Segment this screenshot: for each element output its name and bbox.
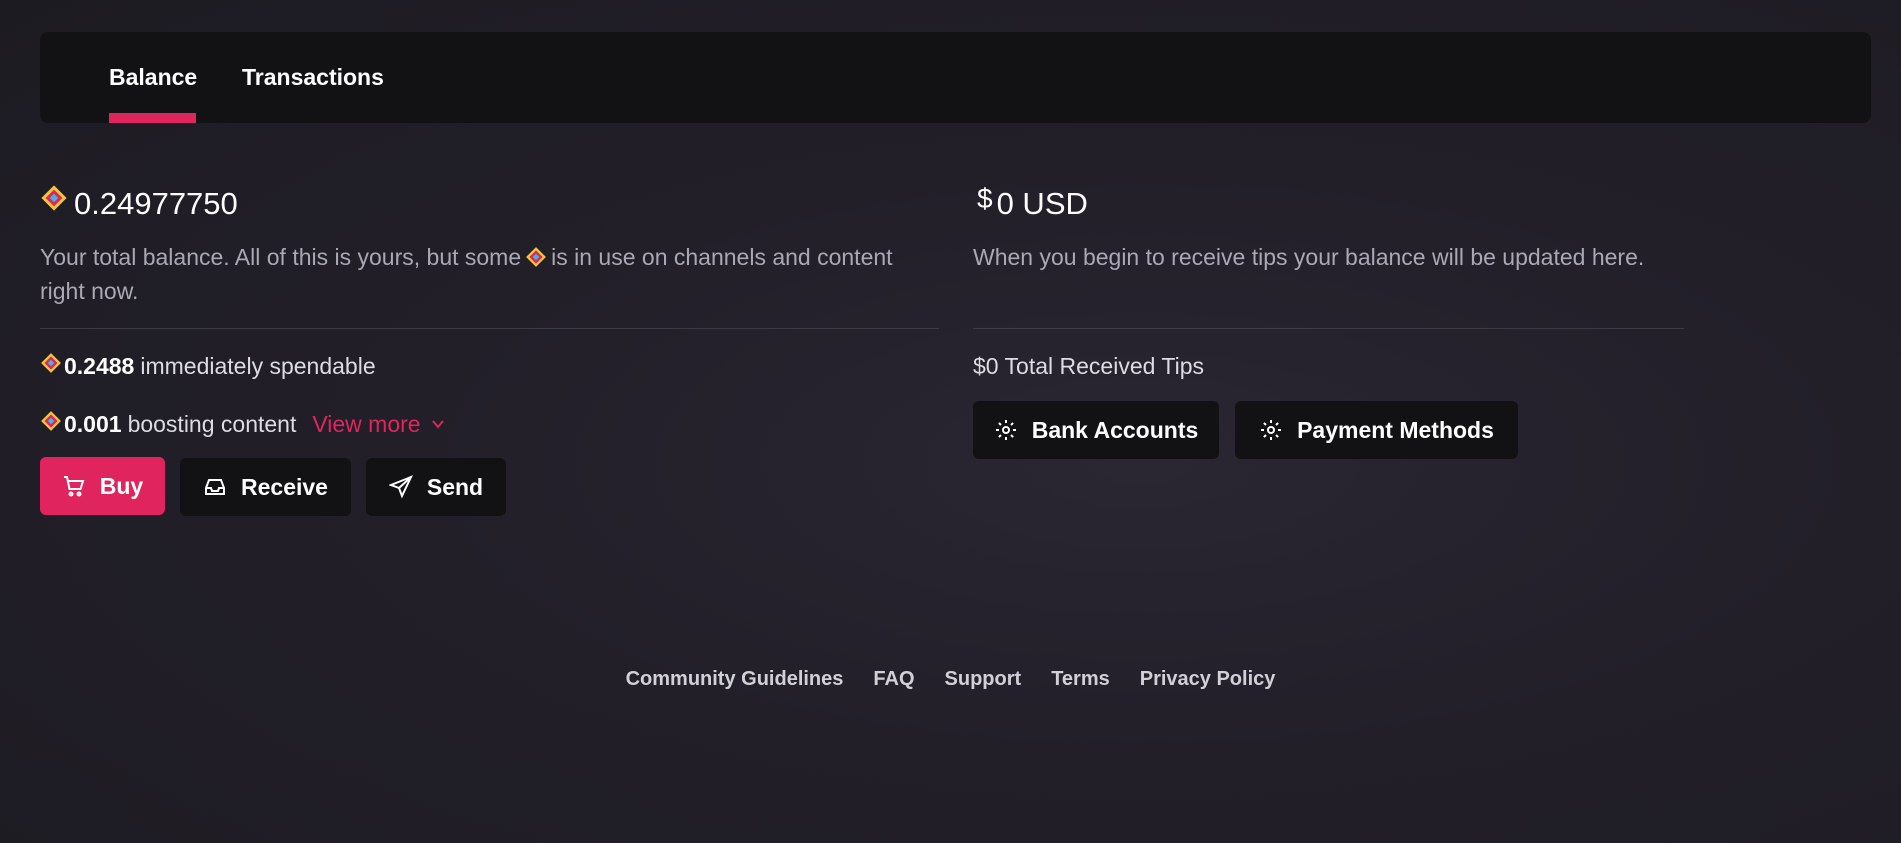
receive-button[interactable]: Receive bbox=[180, 458, 351, 516]
view-more-label: View more bbox=[312, 410, 421, 437]
lbc-balance-description: Your total balance. All of this is yours… bbox=[40, 240, 939, 308]
lbc-total-amount: 0.24977750 bbox=[74, 186, 238, 221]
gear-icon bbox=[1261, 420, 1282, 440]
tab-balance[interactable]: Balance bbox=[109, 32, 197, 123]
bank-accounts-button[interactable]: Bank Accounts bbox=[973, 401, 1219, 459]
buy-label: Buy bbox=[99, 472, 144, 499]
usd-balance-description: When you begin to receive tips your bala… bbox=[973, 244, 1645, 270]
lbc-credits-icon bbox=[525, 243, 547, 267]
payment-methods-label: Payment Methods bbox=[1297, 416, 1494, 443]
active-tab-indicator bbox=[109, 113, 196, 123]
description-text-start: Your total balance. All of this is yours… bbox=[40, 244, 522, 270]
view-more-link[interactable]: View more bbox=[312, 411, 444, 438]
receive-label: Receive bbox=[241, 473, 328, 500]
send-label: Send bbox=[426, 473, 484, 500]
buy-button[interactable]: Buy bbox=[40, 457, 165, 515]
send-button[interactable]: Send bbox=[366, 458, 506, 516]
footer-link-faq[interactable]: FAQ bbox=[873, 668, 914, 691]
send-icon bbox=[388, 475, 413, 499]
boosting-row: 0.001 boosting content View more bbox=[40, 409, 939, 439]
lbc-credits-icon bbox=[40, 410, 62, 432]
footer-links: Community Guidelines FAQ Support Terms P… bbox=[0, 668, 1901, 691]
spendable-row: 0.2488 immediately spendable bbox=[40, 351, 939, 381]
tab-transactions[interactable]: Transactions bbox=[242, 32, 384, 123]
payment-methods-button[interactable]: Payment Methods bbox=[1235, 401, 1518, 459]
divider bbox=[973, 328, 1684, 329]
gear-icon bbox=[995, 420, 1016, 440]
lbc-balance-section: 0.24977750 Your total balance. All of th… bbox=[40, 180, 939, 439]
footer-link-support[interactable]: Support bbox=[945, 668, 1022, 691]
spendable-label: immediately spendable bbox=[140, 352, 376, 379]
footer-link-terms[interactable]: Terms bbox=[1051, 668, 1110, 691]
chevron-down-icon bbox=[431, 420, 444, 429]
boosting-label: boosting content bbox=[127, 410, 297, 437]
usd-total-amount: 0 USD bbox=[996, 186, 1088, 221]
tab-bar: Balance Transactions bbox=[40, 32, 1871, 123]
divider bbox=[40, 328, 939, 329]
lbc-total-row: 0.24977750 bbox=[40, 180, 939, 228]
lbc-credits-icon bbox=[40, 184, 68, 212]
usd-total-row: $ 0 USD bbox=[973, 180, 1684, 228]
inbox-icon bbox=[205, 479, 226, 495]
lbc-credits-icon bbox=[40, 352, 62, 374]
footer-link-privacy-policy[interactable]: Privacy Policy bbox=[1140, 668, 1276, 691]
bank-accounts-label: Bank Accounts bbox=[1031, 416, 1199, 443]
boosting-amount: 0.001 bbox=[64, 410, 122, 437]
cart-icon bbox=[63, 476, 85, 497]
dollar-icon: $ bbox=[977, 183, 993, 214]
received-tips: $0 Total Received Tips bbox=[973, 352, 1204, 379]
spendable-amount: 0.2488 bbox=[64, 352, 135, 379]
footer-link-community-guidelines[interactable]: Community Guidelines bbox=[626, 668, 844, 691]
usd-balance-section: $ 0 USD When you begin to receive tips y… bbox=[973, 180, 1684, 381]
